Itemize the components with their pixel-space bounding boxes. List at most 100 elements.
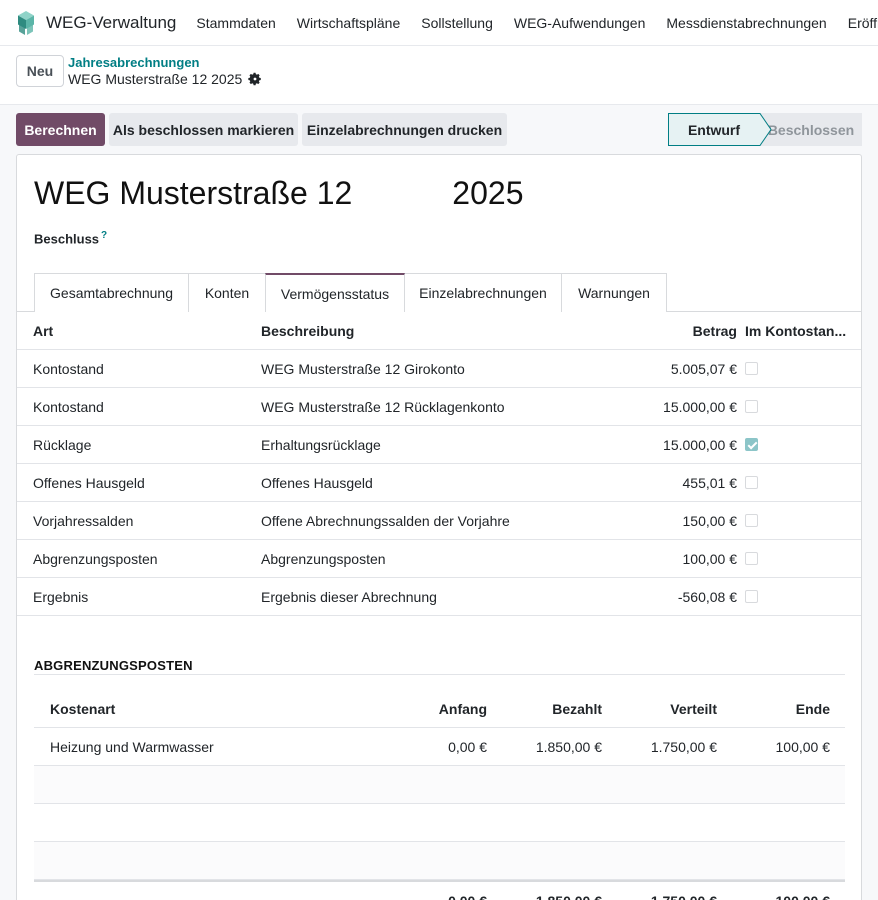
header-beschreibung[interactable]: Beschreibung (261, 312, 621, 350)
cell-im-kontostand (745, 350, 855, 388)
checkbox-checked[interactable] (745, 437, 758, 451)
control-panel: Neu Jahresabrechnungen WEG Musterstraße … (0, 46, 878, 105)
cell-art: Offenes Hausgeld (33, 475, 145, 491)
cell-betrag: 15.000,00 € (663, 399, 737, 415)
gear-icon[interactable] (248, 72, 262, 86)
beschluss-label-text: Beschluss (34, 231, 100, 247)
app-brand[interactable]: WEG-Verwaltung (0, 9, 186, 37)
table-row[interactable]: Offenes Hausgeld Offenes Hausgeld 455,01… (17, 464, 861, 502)
year-field[interactable]: 2025 (452, 175, 523, 212)
tab-gesamtabrechnung[interactable]: Gesamtabrechnung (34, 273, 189, 312)
table-row[interactable]: Abgrenzungsposten Abgrenzungsposten 100,… (17, 540, 861, 578)
table-row[interactable]: Ergebnis Ergebnis dieser Abrechnung -560… (17, 578, 861, 616)
section-title-abgrenzungsposten: ABGRENZUNGSPOSTEN (34, 658, 193, 673)
cell-im-kontostand (745, 388, 855, 426)
total-verteilt: 1.750,00 € (604, 882, 717, 900)
empty-row (34, 804, 845, 842)
cell-betrag: 150,00 € (682, 513, 738, 529)
name-field[interactable]: WEG Musterstraße 12 (34, 175, 352, 212)
tab-warnungen[interactable]: Warnungen (561, 273, 667, 312)
header-kostenart[interactable]: Kostenart (50, 690, 350, 728)
empty-row (34, 842, 845, 880)
status-bar: Beschlossen Entwurf (668, 113, 862, 146)
cell-beschreibung: Ergebnis dieser Abrechnung (261, 589, 437, 605)
new-button[interactable]: Neu (16, 55, 64, 87)
section-divider (34, 674, 845, 675)
cell-art: Vorjahressalden (33, 513, 134, 529)
tab-bar: Gesamtabrechnung Konten Vermögensstatus … (34, 273, 667, 312)
menu-weg-aufwendungen[interactable]: WEG-Aufwendungen (514, 15, 646, 31)
table-row[interactable]: Kontostand WEG Musterstraße 12 Rücklagen… (17, 388, 861, 426)
beschluss-label: Beschluss? (34, 230, 107, 246)
header-anfang[interactable]: Anfang (374, 690, 487, 728)
cell-beschreibung: Offenes Hausgeld (261, 475, 373, 491)
menu-eroeffnung[interactable]: Eröffn (848, 15, 878, 31)
header-ende[interactable]: Ende (719, 690, 830, 728)
table-row[interactable]: Kontostand WEG Musterstraße 12 Girokonto… (17, 350, 861, 388)
total-bezahlt: 1.850,00 € (489, 882, 602, 900)
form-title: WEG Musterstraße 12 2025 (34, 175, 523, 212)
cell-anfang: 0,00 € (448, 739, 487, 755)
cell-beschreibung: Erhaltungsrücklage (261, 437, 381, 453)
cell-art: Kontostand (33, 361, 104, 377)
help-icon[interactable]: ? (101, 230, 107, 241)
total-ende: 100,00 € (719, 882, 831, 900)
cell-art: Rücklage (33, 437, 92, 453)
tab-einzelabrechnungen[interactable]: Einzelabrechnungen (404, 273, 562, 312)
menu-stammdaten[interactable]: Stammdaten (196, 15, 275, 31)
print-individual-button[interactable]: Einzelabrechnungen drucken (302, 113, 507, 146)
tab-konten[interactable]: Konten (188, 273, 266, 312)
header-verteilt[interactable]: Verteilt (604, 690, 717, 728)
header-im-kontostand[interactable]: Im Kontostan... (745, 312, 855, 350)
cell-im-kontostand (745, 540, 855, 578)
cell-beschreibung: WEG Musterstraße 12 Girokonto (261, 361, 465, 377)
cell-bezahlt: 1.850,00 € (535, 739, 602, 755)
cell-art: Kontostand (33, 399, 104, 415)
accruals-table-header: Kostenart Anfang Bezahlt Verteilt Ende (34, 690, 845, 728)
table-row[interactable]: Heizung und Warmwasser 0,00 € 1.850,00 €… (34, 728, 845, 766)
cell-beschreibung: WEG Musterstraße 12 Rücklagenkonto (261, 399, 505, 415)
checkbox[interactable] (745, 589, 758, 603)
app-logo-icon (18, 10, 34, 35)
mark-closed-button[interactable]: Als beschlossen markieren (109, 113, 298, 146)
cell-betrag: -560,08 € (677, 589, 737, 605)
compute-button[interactable]: Berechnen (16, 113, 105, 146)
breadcrumb[interactable]: Jahresabrechnungen (68, 55, 200, 70)
checkbox[interactable] (745, 475, 758, 489)
cell-verteilt: 1.750,00 € (650, 739, 717, 755)
cell-betrag: 5.005,07 € (670, 361, 737, 377)
cell-betrag: 100,00 € (682, 551, 738, 567)
table-row[interactable]: Rücklage Erhaltungsrücklage 15.000,00 € (17, 426, 861, 464)
accruals-totals-row: 0,00 € 1.850,00 € 1.750,00 € 100,00 € (34, 880, 845, 900)
top-navbar: WEG-Verwaltung Stammdaten Wirtschaftsplä… (0, 0, 878, 46)
cell-beschreibung: Abgrenzungsposten (261, 551, 386, 567)
cell-art: Abgrenzungsposten (33, 551, 158, 567)
header-betrag[interactable]: Betrag (577, 312, 737, 350)
checkbox[interactable] (745, 551, 758, 565)
total-anfang: 0,00 € (374, 882, 487, 900)
menu-wirtschaftsplaene[interactable]: Wirtschaftspläne (297, 15, 400, 31)
empty-row (34, 766, 845, 804)
cell-im-kontostand (745, 502, 855, 540)
checkbox[interactable] (745, 399, 758, 413)
cell-ende: 100,00 € (775, 739, 831, 755)
cell-betrag: 15.000,00 € (663, 437, 737, 453)
cell-im-kontostand (745, 426, 855, 464)
cell-kostenart: Heizung und Warmwasser (50, 739, 214, 755)
record-title: WEG Musterstraße 12 2025 (68, 71, 262, 87)
cell-im-kontostand (745, 464, 855, 502)
checkbox[interactable] (745, 361, 758, 375)
header-bezahlt[interactable]: Bezahlt (489, 690, 602, 728)
app-name: WEG-Verwaltung (46, 12, 177, 32)
cell-art: Ergebnis (33, 589, 89, 605)
tab-vermoegensstatus[interactable]: Vermögensstatus (265, 273, 405, 312)
table-row[interactable]: Vorjahressalden Offene Abrechnungssalden… (17, 502, 861, 540)
checkbox[interactable] (745, 513, 758, 527)
menu-sollstellung[interactable]: Sollstellung (421, 15, 493, 31)
stage-entwurf[interactable]: Entwurf (668, 113, 760, 146)
cell-beschreibung: Offene Abrechnungssalden der Vorjahre (261, 513, 510, 529)
form-sheet: WEG Musterstraße 12 2025 Beschluss? Gesa… (16, 154, 862, 900)
stage-beschlossen[interactable]: Beschlossen (760, 113, 862, 146)
menu-messdienstabrechnungen[interactable]: Messdienstabrechnungen (666, 15, 826, 31)
header-art[interactable]: Art (33, 312, 253, 350)
